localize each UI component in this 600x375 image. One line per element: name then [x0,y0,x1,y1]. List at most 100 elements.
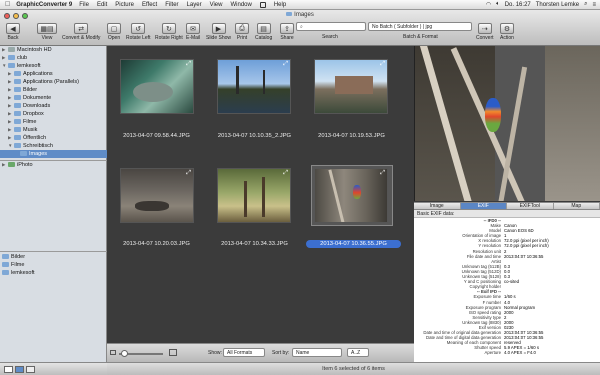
sidebar-item-label: Bilder [23,87,38,93]
thumbnail-hippo[interactable]: ⤢ [120,59,194,114]
menu-app-name[interactable]: GraphicConverter 9 [16,2,72,8]
thumbnail-caption[interactable]: 2013-04-07 10.34.33.JPG [207,240,302,248]
sidebar-item-iphoto[interactable]: ▶ iPhoto [0,161,107,169]
sidebar-item-downloads[interactable]: ▶ Downloads [0,102,107,110]
sidebar-item-dokumente[interactable]: ▶ Dokumente [0,94,107,102]
menu-effect[interactable]: Effect [142,2,157,8]
list-view-button[interactable] [15,366,24,373]
slideshow-icon: ▶ [211,23,226,34]
sidebar-toggle-button[interactable] [4,366,13,373]
apple-menu-icon[interactable]:  [5,1,10,8]
thumbnail-pond[interactable]: ⤢ [217,59,291,114]
menu-filter[interactable]: Filter [165,2,178,8]
action-button[interactable]: ⚙ Action [500,23,514,41]
slideshow-button[interactable]: ▶ Slide Show [206,23,231,41]
exif-value: Canon EOS 6D [504,228,534,234]
sort-order-select[interactable]: A..Z [347,348,369,357]
thumbnail-caption[interactable]: 2013-04-07 09.58.44.JPG [109,132,204,140]
rotate-right-button[interactable]: ↻ Rotate Right [155,23,183,41]
clock-text[interactable]: Do. 16:27 [505,2,531,8]
menu-layer[interactable]: Layer [187,2,202,8]
email-button[interactable]: ✉ E-Mail [186,23,200,41]
slider-knob[interactable] [121,350,128,357]
sidebar-item-bilder[interactable]: ▶ Bilder [0,86,107,94]
tab-exif[interactable]: EXIF [460,203,507,209]
rotate-right-icon: ↻ [161,23,176,34]
expand-icon[interactable]: ⤢ [380,170,385,177]
spotlight-icon[interactable]: ⌕ [584,1,587,8]
sidebar-item-images[interactable]: Images [0,150,107,158]
sidebar-bottom-bar [0,362,107,375]
sidebar-item-dropbox[interactable]: ▶ Dropbox [0,110,107,118]
thumbnail-caption[interactable]: 2013-04-07 10.10.35_2.JPG [207,132,302,140]
sidebar-item-label: Dropbox [23,111,44,117]
wifi-icon[interactable]: ◠ [486,1,491,8]
menu-help[interactable]: Help [274,2,286,8]
add-button[interactable] [26,366,35,373]
expand-icon[interactable]: ⤢ [380,61,385,68]
sidebar-item-club[interactable]: ▶ club [0,54,107,62]
convert-modify-button[interactable]: ⇄ Convert & Modify [62,23,100,41]
user-name[interactable]: Thorsten Lemke [536,2,579,8]
menu-window[interactable]: Window [230,2,251,8]
view-button[interactable]: ▦▤ View [37,23,57,41]
sidebar-item-label: Downloads [23,103,51,109]
share-button[interactable]: ⇪ Share [280,23,294,41]
thumbnail-house[interactable]: ⤢ [314,59,388,114]
rotate-left-button[interactable]: ↺ Rotate Left [126,23,150,41]
search-input[interactable]: ⌕ [296,22,366,31]
expand-icon[interactable]: ⤢ [186,61,191,68]
expand-icon[interactable]: ⤢ [283,61,288,68]
window-title: Images [0,12,600,18]
menu-file[interactable]: File [79,2,89,8]
tab-image[interactable]: Image [414,203,461,209]
thumbnail-caption-selected[interactable]: 2013-04-07 10.36.55.JPG [306,240,401,248]
tab-map[interactable]: Map [554,203,600,209]
folder-icon [14,127,21,133]
gear-icon: ⚙ [500,23,514,34]
batch-format-select[interactable]: No Batch ( Subfolder ) | jpg [368,22,472,31]
sidebar-item-filme[interactable]: ▶ Filme [0,118,107,126]
sidebar-item-applications-parallels[interactable]: ▶ Applications (Parallels) [0,78,107,86]
convert-button[interactable]: ⇢ Convert [476,23,494,41]
folder-icon [286,12,293,16]
thumbnail-animals[interactable]: ⤢ [120,168,194,223]
menu-edit[interactable]: Edit [97,2,107,8]
favorite-bilder[interactable]: Bilder [0,253,107,261]
favorite-filme[interactable]: Filme [0,261,107,269]
thumbnail-parrot[interactable]: ⤢ [314,168,388,223]
expand-icon[interactable]: ⤢ [186,170,191,177]
thumbnail-palms[interactable]: ⤢ [217,168,291,223]
info-tabs: Image EXIF EXIFTool Map [414,202,600,210]
sidebar-item-label: club [17,55,28,61]
show-format-select[interactable]: All Formats [223,348,265,357]
back-button[interactable]: ◀ Back [6,23,20,41]
folder-icon [2,254,9,260]
print-button[interactable]: ⎙ Print [235,23,249,41]
catalog-button[interactable]: ▤ Catalog [255,23,272,41]
script-menu-icon[interactable] [259,1,266,8]
thumbnail-caption[interactable]: 2013-04-07 10.20.03.JPG [109,240,204,248]
sidebar-item-label: Macintosh HD [17,47,52,53]
sort-by-select[interactable]: Name [292,348,342,357]
sidebar-item-oeffentlich[interactable]: ▶ Öffentlich [0,134,107,142]
tab-exiftool[interactable]: EXIFTool [507,203,554,209]
exif-value: 4.0 APEX = F4.0 [504,350,536,356]
sidebar-item-macintosh-hd[interactable]: ▶ Macintosh HD [0,46,107,54]
notification-icon[interactable]: ≡ [592,2,596,8]
menu-view[interactable]: View [210,2,223,8]
exif-key: Aperture [484,350,501,356]
sidebar-item-musik[interactable]: ▶ Musik [0,126,107,134]
sidebar-item-lemkesoft[interactable]: ▼ lemkesoft [0,62,107,70]
favorite-lemkesoft[interactable]: lemkesoft [0,269,107,277]
convert-arrow-icon: ⇢ [477,23,492,34]
volume-icon[interactable]: 🔈︎ [496,1,500,8]
sidebar-item-schreibtisch[interactable]: ▼ Schreibtisch [0,142,107,150]
expand-icon[interactable]: ⤢ [283,170,288,177]
favorite-label: Filme [11,262,25,268]
thumbnail-caption[interactable]: 2013-04-07 10.19.53.JPG [304,132,399,140]
open-button[interactable]: ▢ Open [107,23,121,41]
menu-picture[interactable]: Picture [115,2,134,8]
sidebar-item-applications[interactable]: ▶ Applications [0,70,107,78]
exif-info-panel[interactable]: Basic EXIF data: -- IFD0 -- Make Canon Mode… [414,210,600,362]
